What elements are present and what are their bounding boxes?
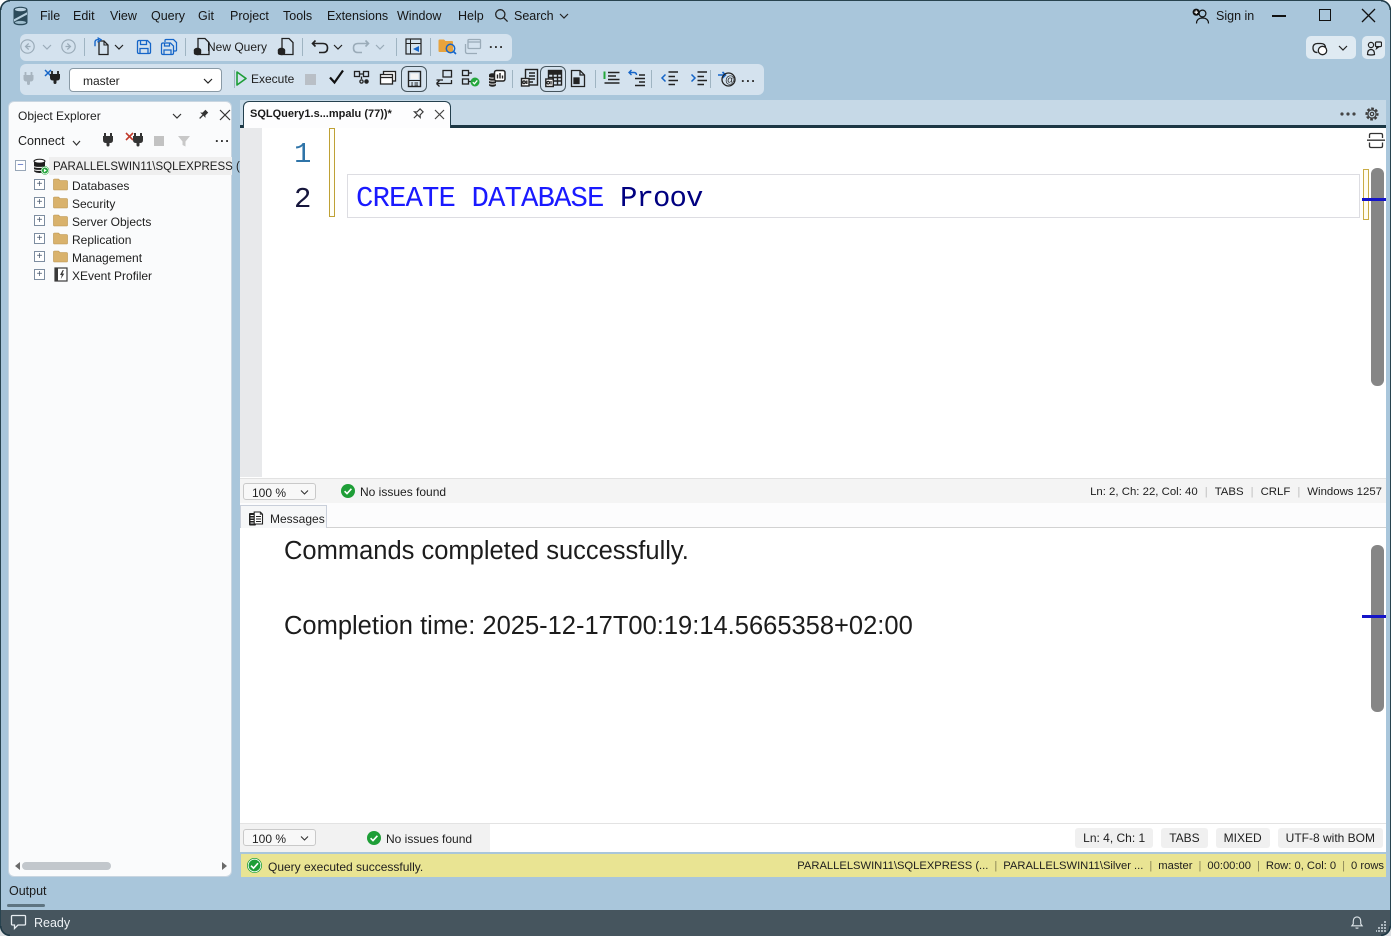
svg-text:@: @ — [725, 75, 735, 86]
